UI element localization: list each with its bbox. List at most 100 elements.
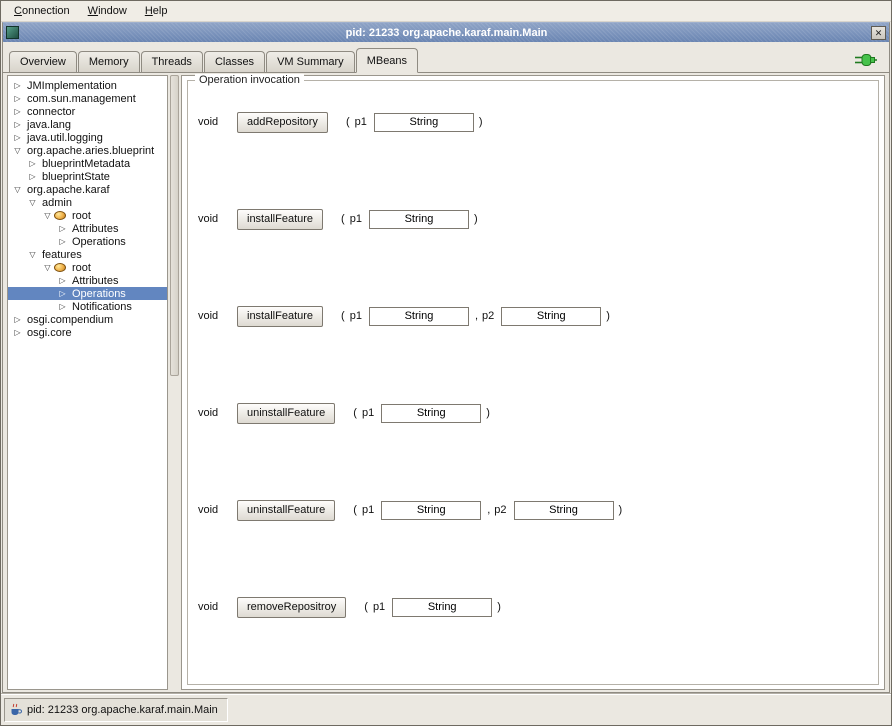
expand-arrow-icon[interactable]: ▷	[56, 222, 69, 235]
tree-item-label: osgi.core	[24, 327, 75, 339]
menu-bar: ConnectionWindowHelp	[1, 1, 891, 22]
tree-item-attributes[interactable]: ▷Attributes	[8, 222, 167, 235]
installFeature-button[interactable]: installFeature	[237, 306, 323, 327]
operation-rows: void addRepository ( p1) void installFeature (…	[198, 111, 870, 618]
expand-arrow-icon[interactable]: ▷	[11, 131, 24, 144]
addRepository-p1-input[interactable]	[374, 113, 474, 132]
installFeature-p1-input[interactable]	[369, 210, 469, 229]
addRepository-button[interactable]: addRepository	[237, 112, 328, 133]
tab-threads[interactable]: Threads	[141, 51, 203, 72]
param-separator: ,	[487, 504, 490, 516]
tree-item-root[interactable]: ▽ root	[8, 261, 167, 274]
return-type-label: void	[198, 116, 226, 128]
return-type-label: void	[198, 310, 226, 322]
open-paren: (	[353, 407, 357, 419]
tree-item-label: admin	[39, 197, 75, 209]
expand-arrow-icon[interactable]: ▷	[11, 313, 24, 326]
operation-row-removeRepositroy: voidremoveRepositroy(p1)	[198, 596, 870, 618]
open-paren: (	[341, 310, 345, 322]
tab-vm-summary[interactable]: VM Summary	[266, 51, 355, 72]
installFeature-p1-input[interactable]	[369, 307, 469, 326]
tree-item-blueprintmetadata[interactable]: ▷blueprintMetadata	[8, 157, 167, 170]
removeRepositroy-p1-input[interactable]	[392, 598, 492, 617]
tree-item-com-sun-management[interactable]: ▷com.sun.management	[8, 92, 167, 105]
tree-item-attributes[interactable]: ▷Attributes	[8, 274, 167, 287]
collapse-arrow-icon[interactable]: ▽	[26, 196, 39, 209]
close-button[interactable]: ✕	[871, 26, 886, 40]
operation-row-uninstallFeature: voiduninstallFeature(p1,p2)	[198, 499, 870, 521]
tree-item-blueprintstate[interactable]: ▷blueprintState	[8, 170, 167, 183]
close-paren: )	[474, 213, 478, 225]
uninstallFeature-p1-input[interactable]	[381, 404, 481, 423]
collapse-arrow-icon[interactable]: ▽	[41, 261, 54, 274]
tree-item-java-lang[interactable]: ▷java.lang	[8, 118, 167, 131]
mbean-tree: ▷JMImplementation▷com.sun.management▷con…	[7, 75, 168, 690]
uninstallFeature-p2-input[interactable]	[514, 501, 614, 520]
tree-item-osgi-compendium[interactable]: ▷osgi.compendium	[8, 313, 167, 326]
close-paren: )	[606, 310, 610, 322]
param-name-label: p1	[350, 213, 362, 225]
open-paren: (	[341, 213, 345, 225]
scrollbar-thumb[interactable]	[170, 75, 179, 376]
collapse-arrow-icon[interactable]: ▽	[11, 183, 24, 196]
installFeature-button[interactable]: installFeature	[237, 209, 323, 230]
uninstallFeature-button[interactable]: uninstallFeature	[237, 403, 335, 424]
expand-arrow-icon[interactable]: ▷	[11, 326, 24, 339]
menu-connection[interactable]: Connection	[5, 3, 79, 19]
close-paren: )	[619, 504, 623, 516]
tree-item-jmimplementation[interactable]: ▷JMImplementation	[8, 79, 167, 92]
tab-classes[interactable]: Classes	[204, 51, 265, 72]
collapse-arrow-icon[interactable]: ▽	[11, 144, 24, 157]
tree-item-operations[interactable]: ▷Operations	[8, 235, 167, 248]
tree-item-notifications[interactable]: ▷Notifications	[8, 300, 167, 313]
expand-arrow-icon[interactable]: ▷	[56, 274, 69, 287]
status-text: pid: 21233 org.apache.karaf.main.Main	[27, 704, 218, 716]
tree-item-java-util-logging[interactable]: ▷java.util.logging	[8, 131, 167, 144]
expand-arrow-icon[interactable]: ▷	[11, 79, 24, 92]
param-name-label: p1	[362, 407, 374, 419]
internal-frame: pid: 21233 org.apache.karaf.main.Main ✕ …	[2, 22, 890, 693]
menu-help[interactable]: Help	[136, 3, 177, 19]
expand-arrow-icon[interactable]: ▷	[11, 92, 24, 105]
tree-item-label: java.lang	[24, 119, 74, 131]
tree-item-label: org.apache.karaf	[24, 184, 113, 196]
param-separator: ,	[475, 310, 478, 322]
tree-item-label: blueprintMetadata	[39, 158, 133, 170]
tree-item-features[interactable]: ▽features	[8, 248, 167, 261]
expand-arrow-icon[interactable]: ▷	[11, 118, 24, 131]
collapse-arrow-icon[interactable]: ▽	[41, 209, 54, 222]
close-paren: )	[486, 407, 490, 419]
tabs: OverviewMemoryThreadsClassesVM SummaryMB…	[9, 48, 855, 72]
expand-arrow-icon[interactable]: ▷	[26, 157, 39, 170]
expand-arrow-icon[interactable]: ▷	[11, 105, 24, 118]
expand-arrow-icon[interactable]: ▷	[56, 287, 69, 300]
close-paren: )	[497, 601, 501, 613]
tree-item-label: com.sun.management	[24, 93, 139, 105]
tree-item-org-apache-karaf[interactable]: ▽org.apache.karaf	[8, 183, 167, 196]
internal-frame-titlebar[interactable]: pid: 21233 org.apache.karaf.main.Main ✕	[3, 23, 889, 42]
installFeature-p2-input[interactable]	[501, 307, 601, 326]
tab-overview[interactable]: Overview	[9, 51, 77, 72]
tree-item-osgi-core[interactable]: ▷osgi.core	[8, 326, 167, 339]
collapse-arrow-icon[interactable]: ▽	[26, 248, 39, 261]
tree-item-label: root	[69, 262, 94, 274]
expand-arrow-icon[interactable]: ▷	[56, 300, 69, 313]
expand-arrow-icon[interactable]: ▷	[26, 170, 39, 183]
tree-item-org-apache-aries-blueprint[interactable]: ▽org.apache.aries.blueprint	[8, 144, 167, 157]
tree-item-root[interactable]: ▽root	[8, 209, 167, 222]
tab-memory[interactable]: Memory	[78, 51, 140, 72]
tab-mbeans[interactable]: MBeans	[356, 48, 418, 73]
tree-item-operations[interactable]: ▷Operations	[8, 287, 167, 300]
tree-item-label: java.util.logging	[24, 132, 106, 144]
menu-window[interactable]: Window	[79, 3, 136, 19]
console-frame-icon	[6, 26, 19, 39]
removeRepositroy-button[interactable]: removeRepositroy	[237, 597, 346, 618]
tree-item-label: features	[39, 249, 85, 261]
uninstallFeature-button[interactable]: uninstallFeature	[237, 500, 335, 521]
tree-item-admin[interactable]: ▽admin	[8, 196, 167, 209]
tree-scrollbar[interactable]	[169, 75, 180, 690]
uninstallFeature-p1-input[interactable]	[381, 501, 481, 520]
expand-arrow-icon[interactable]: ▷	[56, 235, 69, 248]
tree-item-connector[interactable]: ▷connector	[8, 105, 167, 118]
tree-item-label: Operations	[69, 236, 129, 248]
